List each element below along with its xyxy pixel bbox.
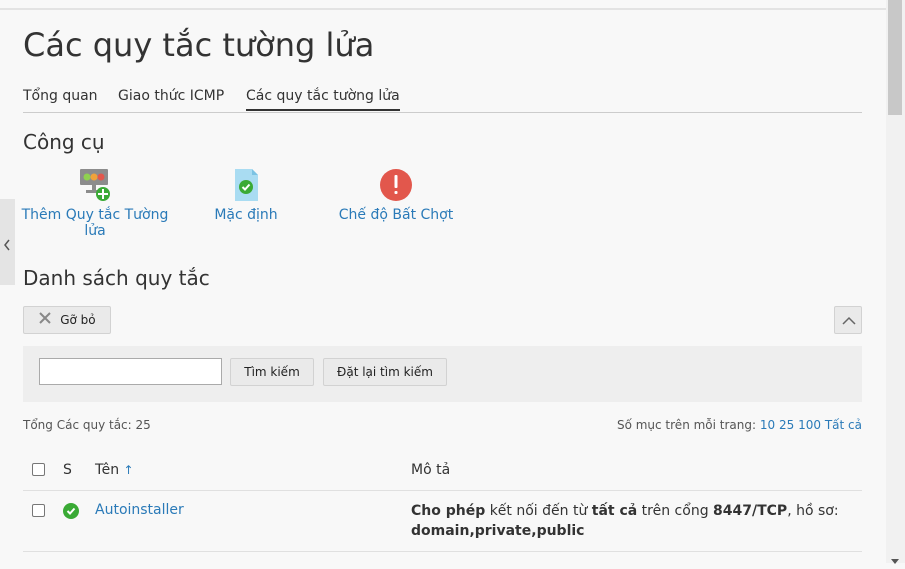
per-page-10[interactable]: 10 [760, 418, 775, 432]
remove-button[interactable]: Gỡ bỏ [23, 306, 111, 334]
desc-text-2: trên cổng [637, 503, 714, 519]
scrollbar-thumb[interactable] [888, 0, 902, 115]
add-rule-icon [77, 167, 113, 203]
row-checkbox[interactable] [32, 504, 45, 517]
default-document-check-icon [228, 167, 264, 203]
tab-bar: Tổng quan Giao thức ICMP Các quy tắc tườ… [23, 88, 862, 113]
per-page-25[interactable]: 25 [779, 418, 794, 432]
name-column-label: Tên [95, 462, 120, 478]
search-panel: Tìm kiếm Đặt lại tìm kiếm [23, 346, 862, 402]
chevron-up-icon [842, 315, 856, 329]
desc-source: tất cả [591, 503, 638, 519]
total-rules: Tổng Các quy tắc: 25 [23, 418, 151, 432]
per-page-label: Số mục trên mỗi trang: [616, 418, 757, 432]
search-input[interactable] [39, 358, 222, 385]
tab-overview[interactable]: Tổng quan [23, 88, 98, 109]
remove-label: Gỡ bỏ [60, 313, 96, 327]
rule-name-link[interactable]: Autoinstaller [95, 502, 184, 518]
select-all-checkbox[interactable] [32, 463, 45, 476]
collapse-button[interactable] [834, 306, 862, 334]
search-button[interactable]: Tìm kiếm [230, 358, 314, 386]
add-firewall-rule-button[interactable]: Thêm Quy tắc Tường lửa [20, 167, 170, 239]
add-firewall-rule-label: Thêm Quy tắc Tường lửa [21, 207, 169, 239]
name-column-header[interactable]: Tên ↑ [95, 462, 134, 478]
scroll-down-arrow-icon[interactable] [891, 550, 899, 569]
top-divider [0, 8, 886, 10]
rules-list-heading: Danh sách quy tắc [23, 266, 210, 290]
desc-allow: Cho phép [411, 503, 486, 519]
tab-icmp[interactable]: Giao thức ICMP [118, 88, 224, 109]
desc-port: 8447/TCP [713, 503, 788, 519]
desc-text-3: , hồ sơ: [787, 503, 839, 519]
description-column-header: Mô tả [411, 462, 451, 478]
remove-icon [38, 308, 52, 334]
default-label: Mặc định [214, 207, 278, 223]
panic-mode-label: Chế độ Bất Chợt [338, 207, 454, 223]
vertical-scrollbar[interactable] [886, 0, 905, 564]
per-page-100[interactable]: 100 [798, 418, 821, 432]
tools-heading: Công cụ [23, 130, 105, 154]
exclamation-icon [378, 167, 414, 203]
enabled-status-icon [63, 503, 79, 523]
table-row: Autoinstaller Cho phép kết nối đến từ tấ… [23, 491, 862, 552]
rule-description: Cho phép kết nối đến từ tất cả trên cổng… [411, 501, 851, 541]
sort-asc-icon: ↑ [123, 463, 134, 477]
panic-mode-button[interactable]: Chế độ Bất Chợt [321, 167, 471, 223]
desc-profiles: domain,private,public [411, 523, 585, 539]
table-header: S Tên ↑ Mô tả [23, 452, 862, 491]
reset-search-button[interactable]: Đặt lại tìm kiếm [323, 358, 447, 386]
page-title: Các quy tắc tường lửa [23, 26, 375, 64]
per-page-all[interactable]: Tất cả [825, 418, 862, 432]
desc-text-1: kết nối đến từ [485, 503, 592, 519]
tab-firewall-rules[interactable]: Các quy tắc tường lửa [246, 88, 400, 111]
chevron-left-icon [3, 236, 11, 255]
sidebar-toggle-handle[interactable] [0, 199, 15, 285]
default-button[interactable]: Mặc định [171, 167, 321, 223]
per-page-selector: Số mục trên mỗi trang: 10 25 100 Tất cả [617, 418, 862, 432]
status-column-header[interactable]: S [63, 462, 72, 478]
